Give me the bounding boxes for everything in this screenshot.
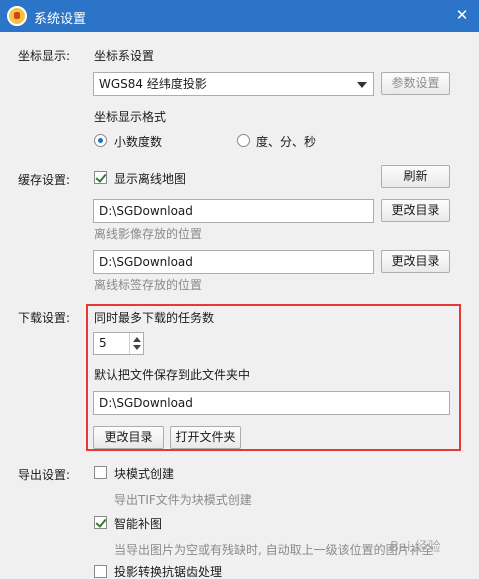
export-section-label: 导出设置: <box>18 468 71 482</box>
image-path-input[interactable]: D:\SGDownload <box>93 199 374 223</box>
param-settings-button[interactable]: 参数设置 <box>381 72 450 95</box>
stepper-buttons[interactable] <box>129 333 143 354</box>
save-folder-label: 默认把文件保存到此文件夹中 <box>94 368 251 382</box>
open-folder-button[interactable]: 打开文件夹 <box>170 426 241 449</box>
download-section-label: 下载设置: <box>18 311 71 325</box>
format-dms-radio[interactable] <box>237 134 250 147</box>
coord-section-label: 坐标显示: <box>18 49 71 63</box>
image-path-hint: 离线影像存放的位置 <box>94 227 203 241</box>
save-folder-input[interactable]: D:\SGDownload <box>93 391 450 415</box>
title-bar: 系统设置 ✕ <box>0 0 479 32</box>
chevron-down-icon <box>357 82 367 88</box>
watermark-text: Bai 经验 <box>390 540 441 555</box>
smart-fill-checkbox[interactable] <box>94 516 107 529</box>
chevron-down-icon[interactable] <box>133 345 141 350</box>
show-offline-checkbox[interactable] <box>94 171 107 184</box>
smart-fill-label: 智能补图 <box>114 517 163 531</box>
format-decimal-radio[interactable] <box>94 134 107 147</box>
app-logo-icon <box>7 6 27 26</box>
antialias-label: 投影转换抗锯齿处理 <box>114 565 223 579</box>
download-change-dir-button[interactable]: 更改目录 <box>93 426 164 449</box>
max-tasks-stepper[interactable]: 5 <box>93 332 144 355</box>
block-mode-checkbox[interactable] <box>94 466 107 479</box>
refresh-button[interactable]: 刷新 <box>381 165 450 188</box>
label-path-input[interactable]: D:\SGDownload <box>93 250 374 274</box>
max-tasks-value: 5 <box>99 336 107 350</box>
label-change-dir-button[interactable]: 更改目录 <box>381 250 450 273</box>
label-path-hint: 离线标签存放的位置 <box>94 278 203 292</box>
window-title: 系统设置 <box>34 12 87 27</box>
coord-system-label: 坐标系设置 <box>94 49 155 63</box>
close-icon[interactable]: ✕ <box>453 6 471 24</box>
antialias-checkbox[interactable] <box>94 565 107 578</box>
coord-system-value: WGS84 经纬度投影 <box>99 77 207 91</box>
block-mode-label: 块模式创建 <box>114 467 175 481</box>
format-decimal-label: 小数度数 <box>114 135 163 149</box>
max-tasks-label: 同时最多下载的任务数 <box>94 311 215 325</box>
chevron-up-icon[interactable] <box>133 337 141 342</box>
block-mode-hint: 导出TIF文件为块模式创建 <box>114 493 252 507</box>
coord-system-select[interactable]: WGS84 经纬度投影 <box>93 72 374 96</box>
format-dms-label: 度、分、秒 <box>256 135 317 149</box>
cache-section-label: 缓存设置: <box>18 173 71 187</box>
show-offline-label: 显示离线地图 <box>114 172 187 186</box>
image-change-dir-button[interactable]: 更改目录 <box>381 199 450 222</box>
coord-format-label: 坐标显示格式 <box>94 110 167 124</box>
